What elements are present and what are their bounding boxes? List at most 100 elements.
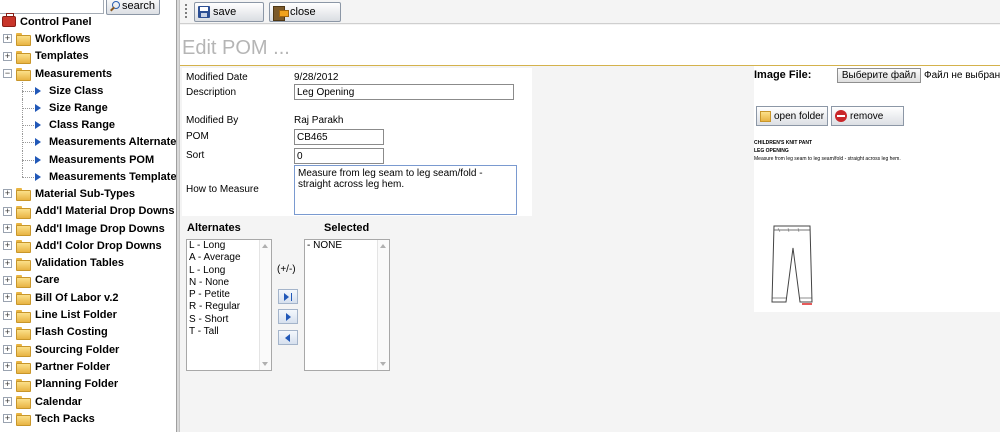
folder-icon [16,326,31,340]
tree-item-label: Measurements Alternates [49,136,176,149]
scroll-down-icon[interactable] [380,362,386,366]
selected-listbox[interactable]: - NONE [304,239,390,371]
tree-item-add-l-material-drop-downs[interactable]: + Add'l Material Drop Downs [0,203,176,220]
folder-icon [16,188,31,202]
add-button[interactable] [278,309,298,324]
tree-item-label: Measurements Templates [49,170,176,183]
expand-icon[interactable]: + [3,327,12,337]
expand-icon[interactable]: + [3,414,12,424]
tree-item-label: Material Sub-Types [35,187,136,200]
expand-icon[interactable]: + [3,34,12,44]
open-folder-button[interactable]: open folder [756,106,828,126]
modified-date-value: 9/28/2012 [294,72,339,83]
tree-item-label: Size Class [49,84,104,97]
tree-item-material-sub-types[interactable]: + Material Sub-Types [0,185,176,202]
tree-item-label: Workflows [35,32,91,45]
pom-field[interactable] [294,129,384,145]
tree-item-label: Measurements [35,67,113,80]
pom-sketch-image: CHILDREN'S KNIT PANT LEG OPENING Measure… [754,138,1000,312]
expand-icon[interactable]: + [3,51,12,61]
tree-item-measurements-pom[interactable]: Measurements POM [0,150,176,169]
selected-scrollbar[interactable] [377,240,389,370]
tree-item-bill-of-labor-v-2[interactable]: + Bill Of Labor v.2 [0,289,176,306]
image-file-section: Image File: Выберите файл Файл не выбран… [754,66,1000,312]
search-input[interactable] [0,0,104,14]
remove-image-button[interactable]: remove [831,106,904,126]
scroll-up-icon[interactable] [262,244,268,248]
search-button-label: search [122,0,156,12]
remove-selected-button[interactable] [278,330,298,345]
expand-icon[interactable]: + [3,397,12,407]
tree-item-measurements-templates[interactable]: Measurements Templates [0,168,176,185]
expand-icon[interactable]: + [3,310,12,320]
save-button[interactable]: save [194,2,264,22]
add-all-button[interactable] [278,289,298,304]
arrow-right-icon [35,155,41,164]
tree-item-label: Tech Packs [35,412,95,425]
tree-item-measurements-alternates[interactable]: Measurements Alternates [0,133,176,151]
collapse-icon[interactable]: − [3,69,12,79]
tree-item-line-list-folder[interactable]: + Line List Folder [0,306,176,323]
expand-icon[interactable]: + [3,379,12,389]
tree-item-measurements[interactable]: − Measurements [0,65,176,82]
expand-icon[interactable]: + [3,293,12,303]
pom-form: Modified Date 9/28/2012 Description Modi… [182,68,532,216]
tree-item-label: Partner Folder [35,360,111,373]
tree-item-validation-tables[interactable]: + Validation Tables [0,255,176,272]
folder-icon [16,396,31,410]
save-label: save [213,6,237,18]
sort-label: Sort [186,150,205,161]
expand-icon[interactable]: + [3,258,12,268]
tree-item-control-panel[interactable]: Control Panel [0,13,176,30]
alternates-listbox[interactable]: L - Long A - Average L - Long N - None P - P… [186,239,272,371]
folder-icon [16,274,31,288]
expand-icon[interactable]: + [3,275,12,285]
tree-item-workflows[interactable]: + Workflows [0,30,176,47]
expand-icon[interactable]: + [3,224,12,234]
arrow-right-icon [286,313,291,321]
expand-icon[interactable]: + [3,189,12,199]
tree-item-partner-folder[interactable]: + Partner Folder [0,358,176,375]
sketch-text: Measure from leg seam to leg seam/fold -… [754,156,901,162]
tree-item-class-range[interactable]: Class Range [0,116,176,134]
modified-by-label: Modified By [186,115,239,126]
tree-item-size-class[interactable]: Size Class [0,82,176,100]
alternates-scrollbar[interactable] [259,240,271,370]
modified-date-label: Modified Date [186,72,248,83]
bar-icon [291,293,292,301]
expand-icon[interactable]: + [3,241,12,251]
tree-item-flash-costing[interactable]: + Flash Costing [0,324,176,341]
tree-item-care[interactable]: + Care [0,272,176,289]
tree-item-calendar[interactable]: + Calendar [0,393,176,410]
expand-icon[interactable]: + [3,362,12,372]
close-button[interactable]: close [269,2,341,22]
expand-icon[interactable]: + [3,206,12,216]
tree-item-planning-folder[interactable]: + Planning Folder [0,376,176,393]
image-file-label: Image File: [754,69,812,81]
page-title: Edit POM ... [182,37,290,59]
how-to-measure-field[interactable]: Measure from leg seam to leg seam/fold -… [294,165,517,215]
toolbox-icon [2,13,16,28]
choose-file-button[interactable]: Выберите файл [837,68,921,83]
arrow-right-icon [35,172,41,181]
arrow-right-icon [284,293,289,301]
toolbar-grip[interactable] [185,4,187,18]
sort-field[interactable] [294,148,384,164]
sketch-subtitle: LEG OPENING [754,148,789,154]
title-bar: Edit POM ... [180,25,1000,66]
folder-icon [16,50,31,64]
tree-item-sourcing-folder[interactable]: + Sourcing Folder [0,341,176,358]
tree-item-label: Add'l Material Drop Downs [35,205,175,218]
tree-item-templates[interactable]: + Templates [0,48,176,65]
scroll-up-icon[interactable] [380,244,386,248]
floppy-disk-icon [198,6,210,18]
scroll-down-icon[interactable] [262,362,268,366]
exit-door-icon [273,5,289,21]
description-field[interactable] [294,84,514,100]
tree-item-tech-packs[interactable]: + Tech Packs [0,410,176,427]
expand-icon[interactable]: + [3,345,12,355]
tree-item-size-range[interactable]: Size Range [0,99,176,117]
no-file-chosen-text: Файл не выбран [924,70,1000,81]
tree-item-add-l-color-drop-downs[interactable]: + Add'l Color Drop Downs [0,237,176,254]
tree-item-add-l-image-drop-downs[interactable]: + Add'l Image Drop Downs [0,220,176,237]
